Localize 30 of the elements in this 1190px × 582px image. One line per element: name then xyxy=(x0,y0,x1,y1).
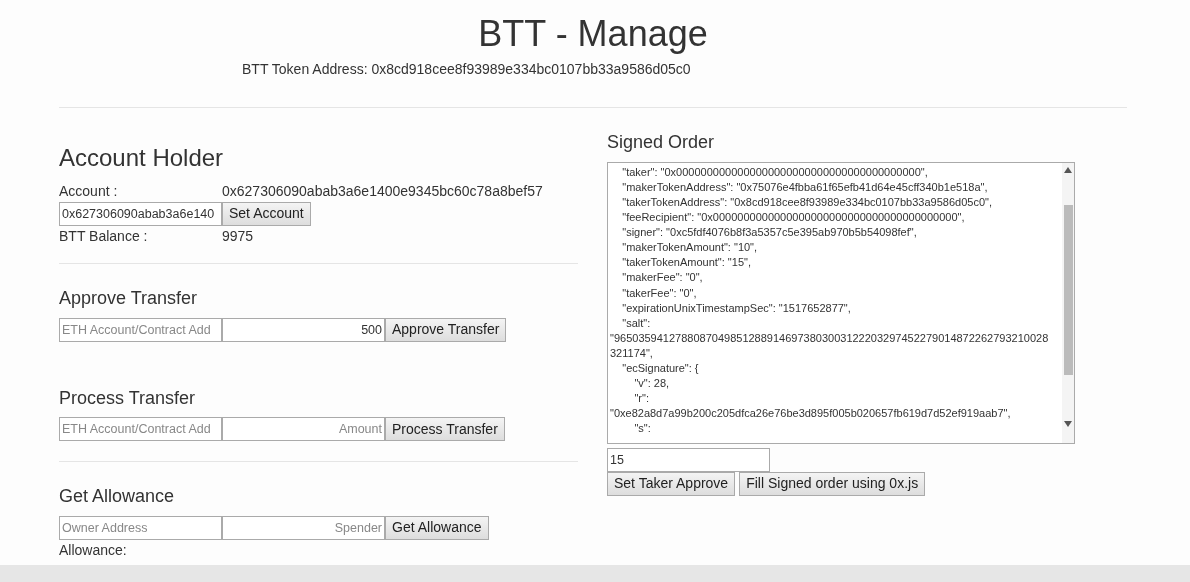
section-heading: Get Allowance xyxy=(59,486,176,508)
taker-amount-input[interactable]: 15 xyxy=(607,447,770,472)
section-heading: Signed Order xyxy=(607,132,716,154)
account-label: Account : xyxy=(59,182,119,201)
address-input[interactable]: ETH Account/Contract Add xyxy=(59,317,222,342)
amount-input[interactable]: 500 xyxy=(222,317,385,342)
action-button[interactable]: Get Allowance xyxy=(385,515,489,540)
set-taker-approve-button[interactable]: Set Taker Approve xyxy=(607,471,736,496)
set-account-button[interactable]: Set Account xyxy=(222,202,311,226)
action-button[interactable]: Approve Transfer xyxy=(385,317,507,342)
address-input[interactable]: Owner Address xyxy=(59,515,222,540)
token-address: BTT Token Address: 0x8cd918cee8f93989e334bc0107bb33a9586d05c0 xyxy=(242,60,692,80)
balance-value: 9975 xyxy=(222,228,254,244)
allowance-label: Allowance: xyxy=(59,540,128,560)
section-heading: Approve Transfer xyxy=(59,288,199,310)
scroll-down-icon[interactable] xyxy=(1064,420,1072,427)
account-input[interactable]: 0x627306090abab3a6e140 xyxy=(59,202,222,226)
amount-input[interactable]: Spender xyxy=(222,515,385,540)
scrollbar[interactable] xyxy=(1062,162,1074,443)
balance-label: BTT Balance : xyxy=(59,227,149,246)
page-title: BTT - Manage xyxy=(477,12,709,56)
address-input[interactable]: ETH Account/Contract Add xyxy=(59,417,222,442)
action-button[interactable]: Process Transfer xyxy=(385,417,505,442)
fill-order-button[interactable]: Fill Signed order using 0x.js xyxy=(739,471,926,496)
amount-input[interactable]: Amount xyxy=(222,417,385,442)
account-value: 0x627306090abab3a6e1400e9345bc60c78a8bef57 xyxy=(222,183,543,199)
section-heading: Account Holder xyxy=(59,144,225,173)
section-heading: Process Transfer xyxy=(59,387,197,410)
signed-order-textarea[interactable]: "taker": "0x0000000000000000000000000000000000000000", "makerTokenAddress": "0x75076e4fbba61f65efb41d64e45cff340b1e518a", "takerTokenAddress": "0x8cd918cee8f93989e334bc0107bb33a9586d05c0", "feeRecipient": "0x0000000000000000000000000000000000000000", "signer": "0xc5fdf4076b8f3a5357c5e395ab970b5b54098fef", "makerTokenAmount": "10", "takerTokenAmount": "15", "makerFee": "0", "takerFee": "0", "expirationUnixTimestampSec": "1517652877", "salt": "96503594127880870498512889146973803003122203297452279014872262793210028 321174", "ecSignature": { "v": 28, "r": "0xe82a8d7a99b200c205dfca26e76be3d895f005b020657fb619d7d52ef919aab7", "s": xyxy=(607,161,1075,444)
scroll-up-icon[interactable] xyxy=(1064,166,1072,173)
